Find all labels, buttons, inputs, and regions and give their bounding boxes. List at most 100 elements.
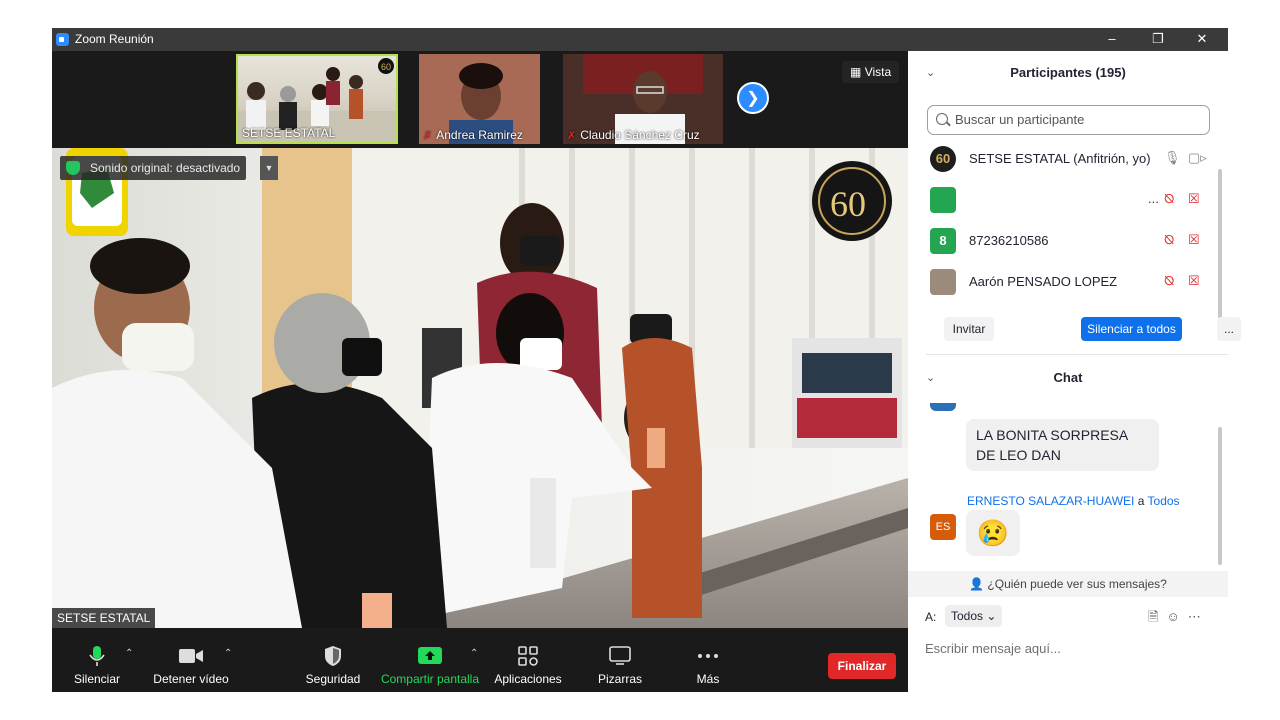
thumbnail-setse[interactable]: 60 SETSE ESTATAL (236, 54, 398, 144)
who-can-see-messages[interactable]: 👤 ¿Quién puede ver sus mensajes? (908, 571, 1228, 597)
video-off-icon[interactable]: ☒ (1188, 232, 1200, 248)
more-button[interactable]: Más (687, 628, 729, 692)
microphone-muted-icon[interactable]: ⦰ (1164, 191, 1174, 207)
participant-row[interactable]: ... ⦰ ☒ (930, 180, 1210, 220)
sender-name[interactable]: ERNESTO SALAZAR-HUAWEI (967, 494, 1134, 508)
share-screen-icon (418, 647, 442, 664)
recipient-name[interactable]: Todos (1148, 494, 1180, 508)
shield-icon (325, 646, 341, 666)
participants-header: ⌄ Participantes (195) (908, 51, 1228, 95)
emoji-icon[interactable]: ☺ (1166, 609, 1187, 624)
restore-button[interactable]: ❐ (1135, 28, 1181, 51)
mic-muted-icon: ✗ (423, 130, 433, 142)
chat-title: Chat (1053, 370, 1083, 385)
video-options-caret[interactable]: ⌃ (224, 648, 232, 659)
speaker-name: SETSE ESTATAL (52, 608, 156, 628)
microphone-icon (89, 646, 105, 666)
whiteboards-button[interactable]: Pizarras (592, 628, 648, 692)
thumbnail-andrea[interactable]: ✗ Andrea Ramirez (419, 54, 540, 144)
sender-to-word: a (1137, 494, 1145, 508)
stop-video-label: Detener vídeo (153, 672, 229, 686)
apps-button[interactable]: Aplicaciones (492, 628, 564, 692)
video-off-icon[interactable]: ☒ (1188, 273, 1200, 289)
collapse-chat-icon[interactable]: ⌄ (926, 363, 935, 393)
more-dots-icon[interactable]: ⋯ (1188, 609, 1209, 624)
chevron-down-icon: ▼ (264, 163, 274, 173)
avatar (930, 269, 956, 295)
chat-message-input[interactable]: Escribir mensaje aquí... (925, 641, 1061, 656)
more-dots-icon (698, 654, 718, 658)
avatar (930, 403, 956, 411)
person-icon: 👤 (969, 577, 985, 591)
video-off-icon[interactable]: ☒ (1188, 191, 1200, 207)
participants-title: Participantes (195) (1010, 65, 1126, 80)
window-title: Zoom Reunión (75, 32, 154, 46)
avatar: ES (930, 514, 956, 540)
collapse-participants-icon[interactable]: ⌄ (926, 51, 935, 95)
share-screen-label: Compartir pantalla (380, 672, 480, 686)
apps-label: Aplicaciones (494, 672, 562, 686)
original-sound-dropdown[interactable]: ▼ (260, 156, 278, 180)
participant-row[interactable]: 8 87236210586 ⦰ ☒ (930, 221, 1210, 261)
to-label: A: (925, 610, 937, 624)
recipient-dropdown[interactable]: Todos ⌄ (945, 605, 1003, 627)
participant-row[interactable]: Aarón PENSADO LOPEZ ⦰ ☒ (930, 262, 1210, 302)
main-video-image: 60 (52, 148, 908, 628)
main-video: 60 Sonido original: desactivado ▼ SETSE … (52, 148, 908, 628)
microphone-muted-icon[interactable]: ⦰ (1164, 232, 1174, 248)
close-button[interactable]: ✕ (1179, 28, 1225, 51)
security-label: Seguridad (305, 672, 361, 686)
file-icon[interactable]: 🗎 (1148, 609, 1166, 624)
stop-video-button[interactable]: Detener vídeo (150, 628, 232, 692)
mute-label: Silenciar (73, 672, 121, 686)
anniversary-badge-text: 60 (830, 184, 866, 224)
side-panel: ⌄ Participantes (195) Buscar un particip… (908, 51, 1241, 692)
share-screen-button[interactable]: Compartir pantalla (378, 628, 482, 692)
chat-tools: 🗎☺⋯ (1148, 608, 1209, 630)
chat-scrollbar[interactable] (1218, 427, 1222, 565)
chat-message: 😢 (966, 510, 1020, 556)
thumbnail-name: ✗ Claudio Sánchez Cruz (567, 128, 700, 142)
minimize-button[interactable]: – (1089, 28, 1135, 51)
view-button[interactable]: ▦ Vista (842, 61, 900, 83)
thumbnail-name: SETSE ESTATAL (242, 126, 336, 140)
divider (926, 354, 1228, 355)
microphone-muted-icon[interactable]: ⦰ (1164, 273, 1174, 289)
participant-name: SETSE ESTATAL (Anfitrión, yo) (969, 151, 1151, 166)
participants-scrollbar[interactable] (1218, 169, 1222, 327)
mute-all-button[interactable]: Silenciar a todos (1081, 317, 1182, 341)
who-can-see-label: ¿Quién puede ver sus mensajes? (987, 577, 1167, 591)
search-placeholder: Buscar un participante (955, 112, 1085, 127)
more-dots-icon[interactable]: ... (1148, 191, 1159, 206)
video-camera-icon (179, 649, 203, 663)
whiteboard-icon (609, 646, 631, 665)
next-page-button[interactable]: ❯ (737, 82, 769, 114)
participants-more-button[interactable]: ... (1217, 317, 1241, 341)
video-area: 60 SETSE ESTATAL ✗ Andrea Ramirez ✗ Clau… (52, 51, 908, 628)
whiteboards-label: Pizarras (597, 672, 642, 686)
grid-icon: ▦ (850, 65, 862, 79)
end-meeting-button[interactable]: Finalizar (828, 653, 896, 679)
meeting-toolbar: Silenciar ⌃ Detener vídeo ⌃ Seguridad Co… (52, 628, 908, 692)
mute-button[interactable]: Silenciar (68, 628, 126, 692)
participant-name: 87236210586 (969, 233, 1049, 248)
security-button[interactable]: Seguridad (302, 628, 364, 692)
share-options-caret[interactable]: ⌃ (470, 648, 478, 659)
participant-row[interactable]: 60 SETSE ESTATAL (Anfitrión, yo) 🎙 ▢▹ (930, 139, 1210, 179)
original-sound-indicator[interactable]: Sonido original: desactivado (60, 156, 247, 180)
invite-button[interactable]: Invitar (944, 317, 994, 341)
thumbnail-claudio[interactable]: ✗ Claudio Sánchez Cruz (563, 54, 723, 144)
chevron-right-icon: ❯ (746, 90, 760, 107)
mute-options-caret[interactable]: ⌃ (125, 648, 133, 659)
more-label: Más (696, 672, 720, 686)
original-sound-label: Sonido original: desactivado (90, 161, 241, 175)
participant-name: Aarón PENSADO LOPEZ (969, 274, 1118, 289)
title-bar: Zoom Reunión – ❐ ✕ (52, 28, 1228, 51)
shield-icon (66, 161, 80, 175)
participant-search-input[interactable]: Buscar un participante (927, 105, 1210, 135)
zoom-window: Zoom Reunión – ❐ ✕ 60 SETSE ESTATAL ✗ An… (52, 28, 1241, 692)
chat-sender-line: ERNESTO SALAZAR-HUAWEI a Todos (967, 494, 1180, 508)
microphone-icon[interactable]: 🎙 (1164, 150, 1181, 166)
video-camera-icon[interactable]: ▢▹ (1188, 150, 1207, 166)
svg-text:60: 60 (381, 62, 391, 72)
